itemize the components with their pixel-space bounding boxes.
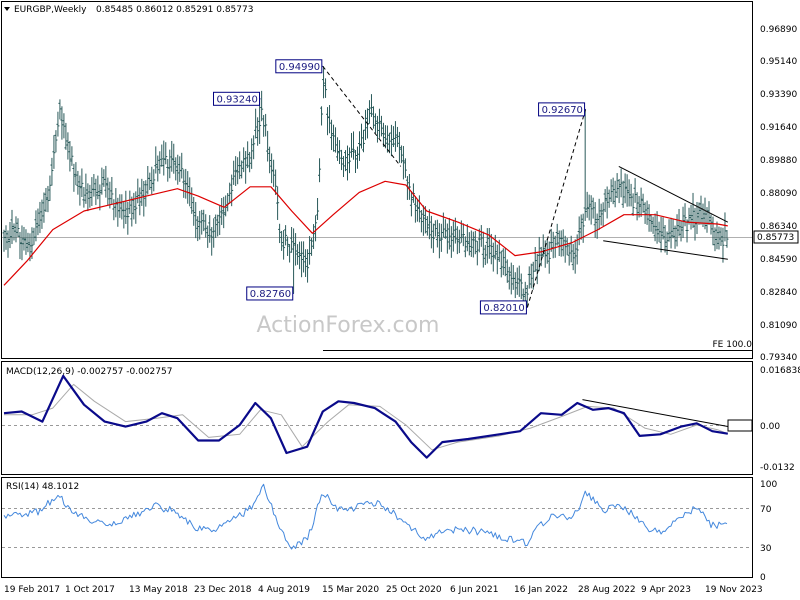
rsi-tick-label: 70	[760, 505, 772, 515]
chart-canvas: EURGBP,Weekly 0.85485 0.86012 0.85291 0.…	[0, 0, 800, 600]
symbol-label: EURGBP,Weekly	[14, 5, 87, 15]
chart-background	[0, 0, 800, 600]
x-tick-label: 1 Oct 2017	[65, 585, 115, 595]
swing-point-label: 0.94990	[279, 62, 320, 73]
swing-point-label: 0.82010	[483, 303, 524, 314]
rsi-tick-label: 0	[760, 573, 766, 583]
swing-point-label: 0.92670	[542, 105, 583, 116]
macd-current-box	[727, 419, 753, 432]
price-tick-label: 0.84590	[760, 255, 797, 265]
price-tick-label: 0.81090	[760, 321, 797, 331]
ohlc-values: 0.85485 0.86012 0.85291 0.85773	[96, 5, 253, 15]
current-price-tag: 0.85773	[753, 230, 799, 244]
x-tick-label: 15 Mar 2020	[322, 585, 379, 595]
current-price-label: 0.85773	[757, 233, 794, 243]
rsi-tick-label: 100	[760, 480, 777, 490]
x-tick-label: 19 Nov 2023	[705, 585, 763, 595]
price-tick-label: 0.95140	[760, 57, 797, 67]
price-tick-label: 0.96890	[760, 25, 797, 35]
x-tick-label: 13 May 2018	[129, 585, 188, 595]
x-tick-label: 23 Dec 2018	[194, 585, 252, 595]
macd-tick-label: 0.016838	[760, 366, 800, 376]
x-tick-label: 28 Aug 2022	[578, 585, 636, 595]
swing-point-label: 0.93240	[217, 94, 258, 105]
x-tick-label: 9 Apr 2023	[641, 585, 691, 595]
swing-point-label: 0.82760	[250, 289, 291, 300]
price-tick-label: 0.91640	[760, 123, 797, 133]
rsi-tick-label: 30	[760, 544, 772, 554]
x-tick-label: 25 Oct 2020	[386, 585, 442, 595]
x-tick-label: 4 Aug 2019	[258, 585, 310, 595]
x-tick-label: 6 Jun 2021	[450, 585, 498, 595]
macd-tick-label: -0.0132	[760, 463, 795, 473]
macd-tick-label: 0.00	[760, 422, 780, 432]
rsi-title: RSI(14) 48.1012	[6, 482, 79, 492]
price-tick-label: 0.89880	[760, 156, 797, 166]
price-tick-label: 0.82840	[760, 288, 797, 298]
x-tick-label: 16 Jan 2022	[514, 585, 568, 595]
macd-title: MACD(12,26,9) -0.002757 -0.002757	[6, 367, 172, 377]
fe-label: FE 100.0	[713, 340, 753, 350]
price-tick-label: 0.88090	[760, 189, 797, 199]
price-tick-label: 0.93390	[760, 90, 797, 100]
x-tick-label: 19 Feb 2017	[4, 585, 60, 595]
price-tick-label: 0.79340	[760, 353, 797, 363]
watermark: ActionForex.com	[257, 313, 440, 338]
